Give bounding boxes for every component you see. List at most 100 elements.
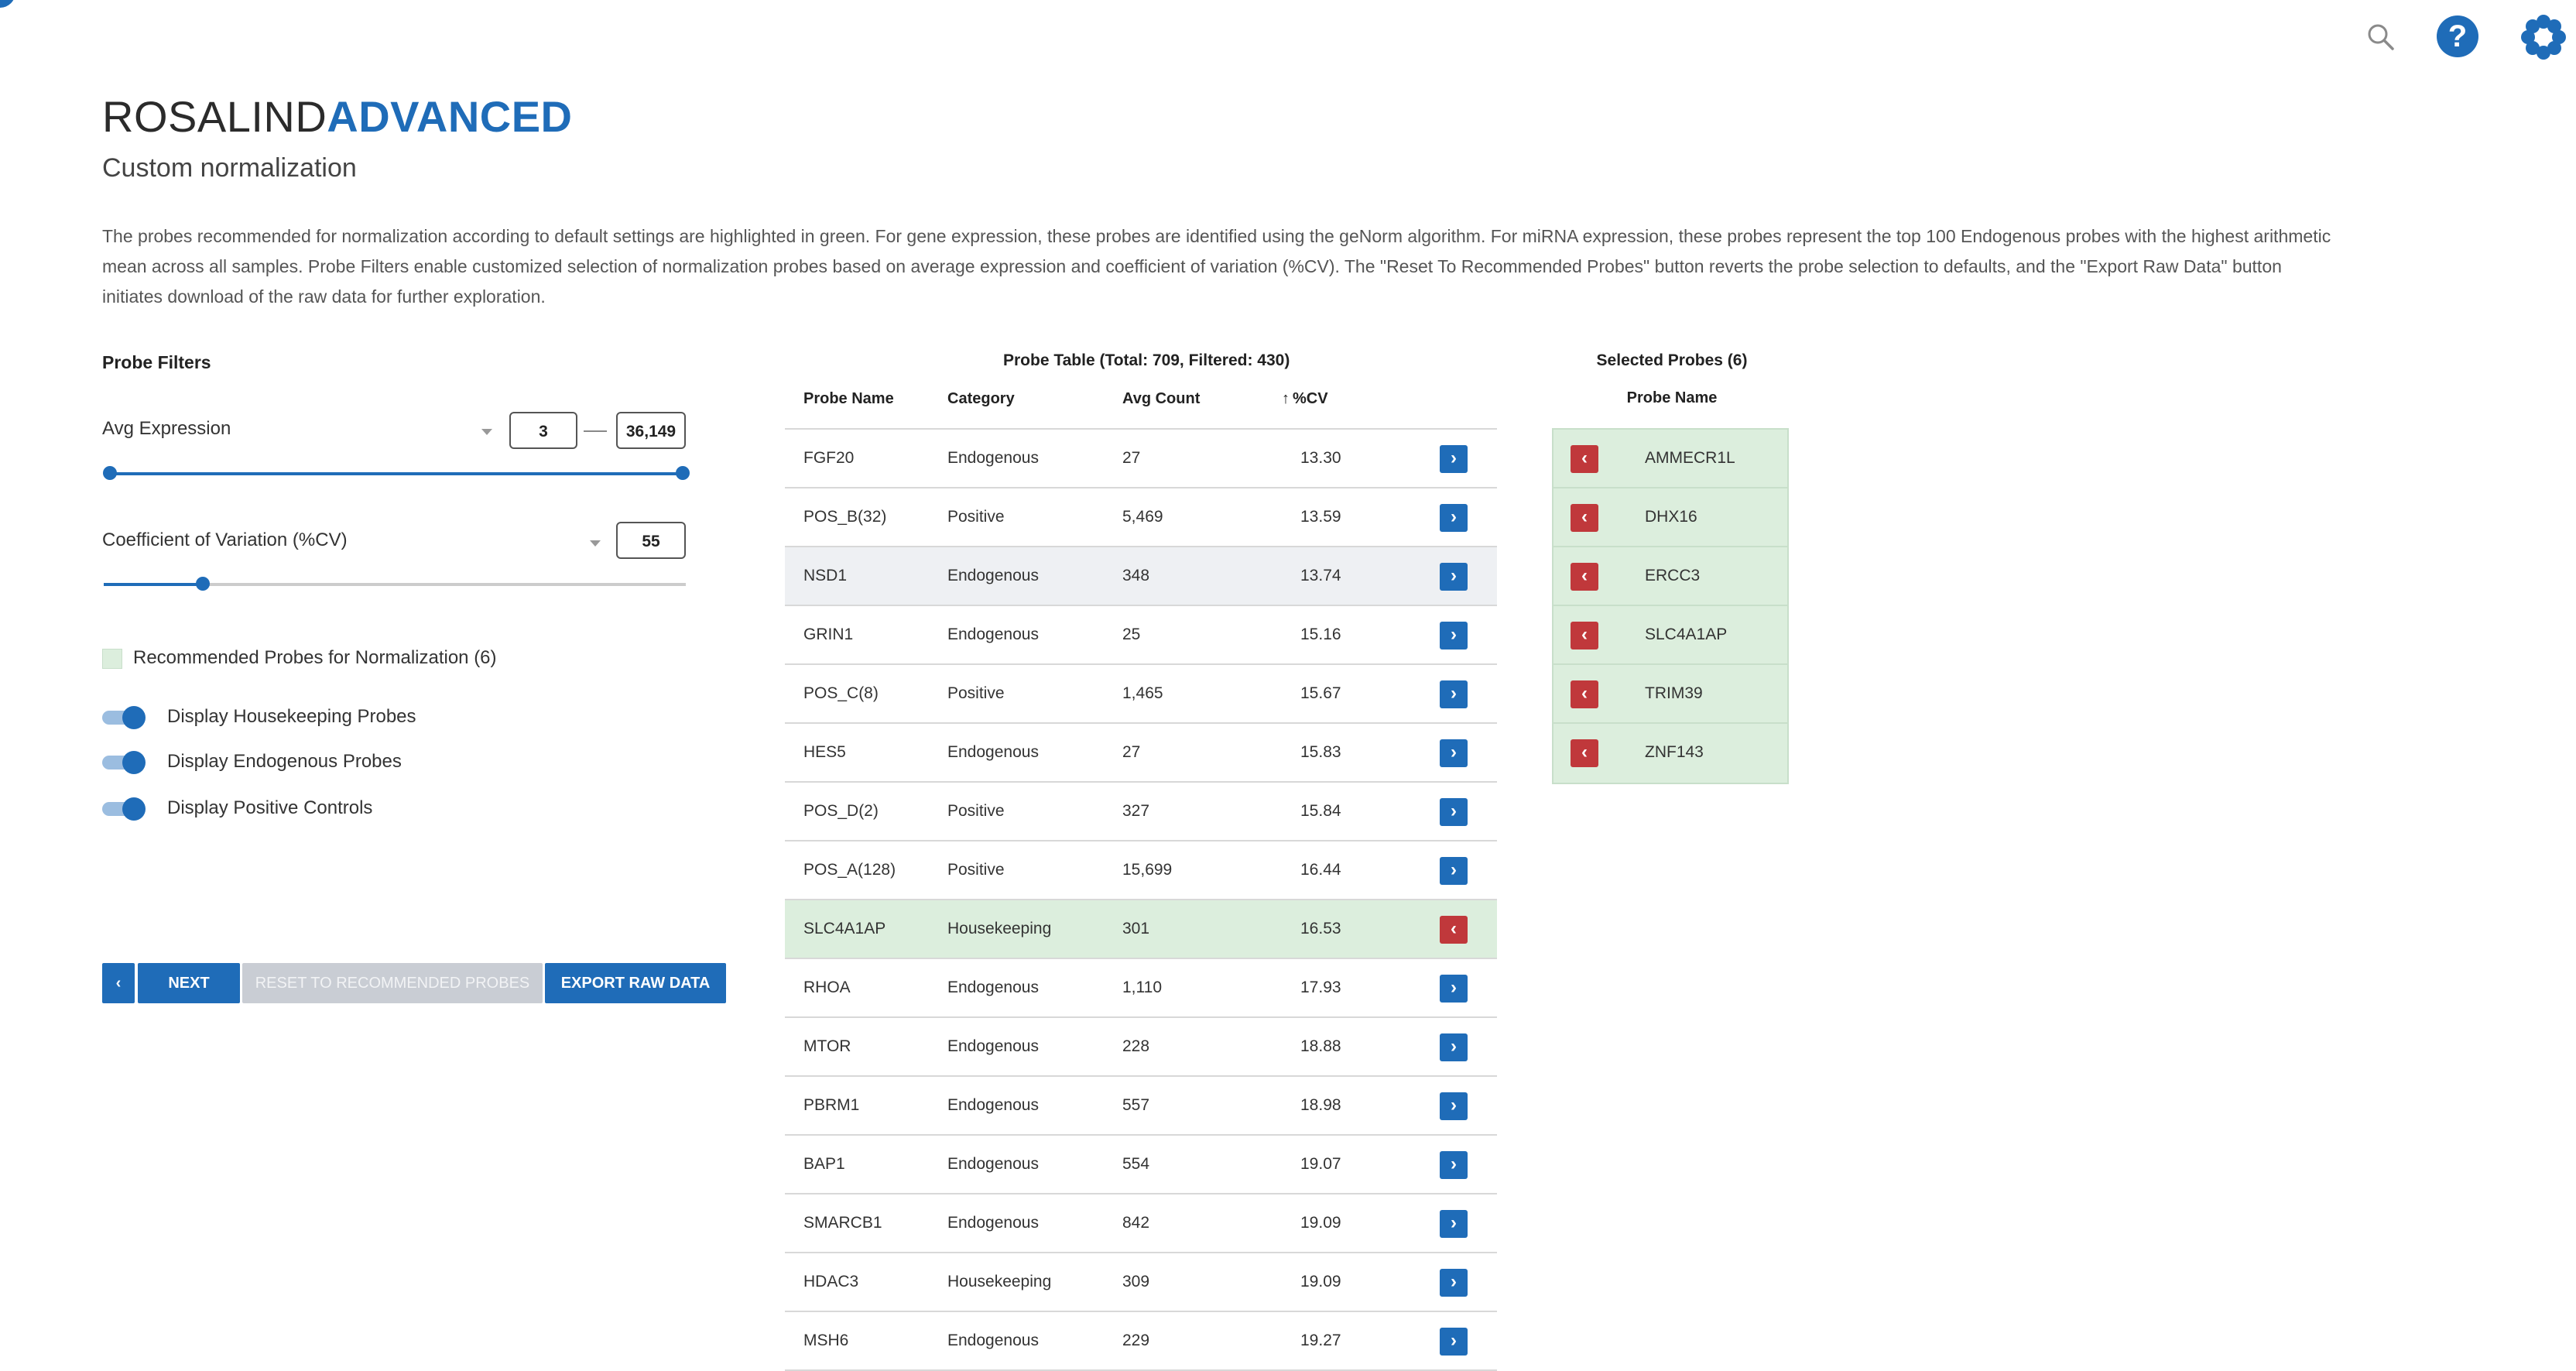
category-cell: Positive xyxy=(947,802,1005,820)
table-row[interactable]: POS_B(32) Positive 5,469 13.59 › xyxy=(785,488,1497,547)
selected-probes-title: Selected Probes (6) xyxy=(1596,351,1748,369)
toggle-housekeeping[interactable] xyxy=(102,706,146,729)
toggle-housekeeping-label: Display Housekeeping Probes xyxy=(167,706,416,727)
add-probe-button[interactable]: › xyxy=(1440,1269,1468,1297)
col-header-probe-name[interactable]: Probe Name xyxy=(803,390,894,408)
selected-probe-name: AMMECR1L xyxy=(1645,449,1735,467)
deselect-probe-button[interactable]: ‹ xyxy=(1571,445,1598,473)
deselect-probe-button[interactable]: ‹ xyxy=(1571,563,1598,591)
settings-flower-icon[interactable] xyxy=(2520,14,2567,60)
add-probe-button[interactable]: › xyxy=(1440,622,1468,650)
cv-cell: 17.93 xyxy=(1300,979,1341,996)
help-icon[interactable]: ? xyxy=(2437,15,2478,57)
col-header-category[interactable]: Category xyxy=(947,390,1015,408)
add-probe-button[interactable]: › xyxy=(1440,1092,1468,1120)
app-brand: ROSALINDADVANCED xyxy=(102,91,573,142)
search-icon[interactable] xyxy=(2365,22,2396,53)
cv-cell: 13.59 xyxy=(1300,508,1341,526)
probe-name-cell: GRIN1 xyxy=(803,626,854,643)
brand-light: ROSALIND xyxy=(102,92,327,141)
table-row[interactable]: FGF20 Endogenous 27 13.30 › xyxy=(785,430,1497,488)
table-row[interactable]: BAP1 Endogenous 554 19.07 › xyxy=(785,1136,1497,1194)
category-cell: Endogenous xyxy=(947,449,1039,467)
probe-name-cell: FGF20 xyxy=(803,449,855,467)
avg-expression-min-handle[interactable] xyxy=(103,466,117,480)
add-probe-button[interactable]: › xyxy=(1440,680,1468,708)
table-row[interactable]: NSD1 Endogenous 348 13.74 › xyxy=(785,547,1497,606)
toggle-endogenous-label: Display Endogenous Probes xyxy=(167,751,402,772)
range-dash xyxy=(584,430,607,432)
probe-name-cell: SMARCB1 xyxy=(803,1214,882,1232)
add-probe-button[interactable]: › xyxy=(1440,1210,1468,1238)
back-button[interactable]: ‹ xyxy=(102,963,135,1003)
cv-cell: 15.67 xyxy=(1300,684,1341,702)
category-cell: Positive xyxy=(947,508,1005,526)
cv-cell: 15.84 xyxy=(1300,802,1341,820)
next-button[interactable]: NEXT xyxy=(138,963,240,1003)
selected-probe-name: TRIM39 xyxy=(1645,684,1703,702)
category-cell: Endogenous xyxy=(947,626,1039,643)
cv-cell: 15.83 xyxy=(1300,743,1341,761)
deselect-probe-button[interactable]: ‹ xyxy=(1571,739,1598,767)
avg-expression-max-handle[interactable] xyxy=(676,466,690,480)
cv-handle[interactable] xyxy=(195,577,210,591)
avg-expression-dropdown-icon[interactable] xyxy=(481,429,492,435)
probe-name-cell: HDAC3 xyxy=(803,1273,859,1290)
add-probe-button[interactable]: › xyxy=(1440,1328,1468,1356)
probe-filters-title: Probe Filters xyxy=(102,352,211,372)
table-row[interactable]: SMARCB1 Endogenous 842 19.09 › xyxy=(785,1194,1497,1253)
cv-cell: 18.98 xyxy=(1300,1096,1341,1114)
cv-dropdown-icon[interactable] xyxy=(590,540,601,547)
category-cell: Housekeeping xyxy=(947,920,1052,937)
table-row[interactable]: PBRM1 Endogenous 557 18.98 › xyxy=(785,1077,1497,1136)
recommended-legend-label: Recommended Probes for Normalization (6) xyxy=(133,647,497,668)
selected-probe-item: ‹ ZNF143 xyxy=(1553,724,1787,783)
toggle-endogenous[interactable] xyxy=(102,751,146,774)
add-probe-button[interactable]: › xyxy=(1440,975,1468,1003)
category-cell: Positive xyxy=(947,861,1005,879)
selected-probe-name: ZNF143 xyxy=(1645,743,1704,761)
table-row[interactable]: POS_D(2) Positive 327 15.84 › xyxy=(785,783,1497,841)
cv-input[interactable]: 55 xyxy=(616,522,686,559)
table-row[interactable]: POS_A(128) Positive 15,699 16.44 › xyxy=(785,841,1497,900)
category-cell: Endogenous xyxy=(947,1037,1039,1055)
avg-expression-label: Avg Expression xyxy=(102,418,231,439)
add-probe-button[interactable]: › xyxy=(1440,1151,1468,1179)
add-probe-button[interactable]: › xyxy=(1440,857,1468,885)
export-raw-data-button[interactable]: EXPORT RAW DATA xyxy=(545,963,726,1003)
add-probe-button[interactable]: › xyxy=(1440,563,1468,591)
selected-probe-name: SLC4A1AP xyxy=(1645,626,1728,643)
add-probe-button[interactable]: › xyxy=(1440,739,1468,767)
reset-recommended-button[interactable]: RESET TO RECOMMENDED PROBES xyxy=(242,963,543,1003)
add-probe-button[interactable]: › xyxy=(1440,798,1468,826)
avg-count-cell: 327 xyxy=(1122,802,1150,820)
probe-name-cell: NSD1 xyxy=(803,567,848,584)
table-row[interactable]: MSH6 Endogenous 229 19.27 › xyxy=(785,1312,1497,1371)
avg-count-cell: 228 xyxy=(1122,1037,1150,1055)
deselect-probe-button[interactable]: ‹ xyxy=(1571,504,1598,532)
cv-cell: 13.30 xyxy=(1300,449,1341,467)
probe-name-cell: POS_C(8) xyxy=(803,684,879,702)
add-probe-button[interactable]: › xyxy=(1440,504,1468,532)
selected-probe-item: ‹ DHX16 xyxy=(1553,488,1787,547)
table-row[interactable]: HDAC3 Housekeeping 309 19.09 › xyxy=(785,1253,1497,1312)
deselect-probe-button[interactable]: ‹ xyxy=(1571,680,1598,708)
avg-expression-max-input[interactable]: 36,149 xyxy=(616,412,686,449)
table-row[interactable]: SLC4A1AP Housekeeping 301 16.53 ‹ xyxy=(785,900,1497,959)
remove-probe-button[interactable]: ‹ xyxy=(1440,916,1468,944)
toggle-positive[interactable] xyxy=(102,797,146,821)
table-row[interactable]: RHOA Endogenous 1,110 17.93 › xyxy=(785,959,1497,1018)
avg-expression-min-input[interactable]: 3 xyxy=(509,412,577,449)
table-row[interactable]: MTOR Endogenous 228 18.88 › xyxy=(785,1018,1497,1077)
col-header-cv[interactable]: ↑ %CV xyxy=(1282,390,1328,408)
add-probe-button[interactable]: › xyxy=(1440,1033,1468,1061)
table-row[interactable]: POS_C(8) Positive 1,465 15.67 › xyxy=(785,665,1497,724)
deselect-probe-button[interactable]: ‹ xyxy=(1571,622,1598,650)
category-cell: Endogenous xyxy=(947,567,1039,584)
add-probe-button[interactable]: › xyxy=(1440,445,1468,473)
table-row[interactable]: HES5 Endogenous 27 15.83 › xyxy=(785,724,1497,783)
app-logo-icon[interactable] xyxy=(0,0,15,8)
col-header-avg-count[interactable]: Avg Count xyxy=(1122,390,1200,408)
probe-name-cell: HES5 xyxy=(803,743,846,761)
table-row[interactable]: GRIN1 Endogenous 25 15.16 › xyxy=(785,606,1497,665)
